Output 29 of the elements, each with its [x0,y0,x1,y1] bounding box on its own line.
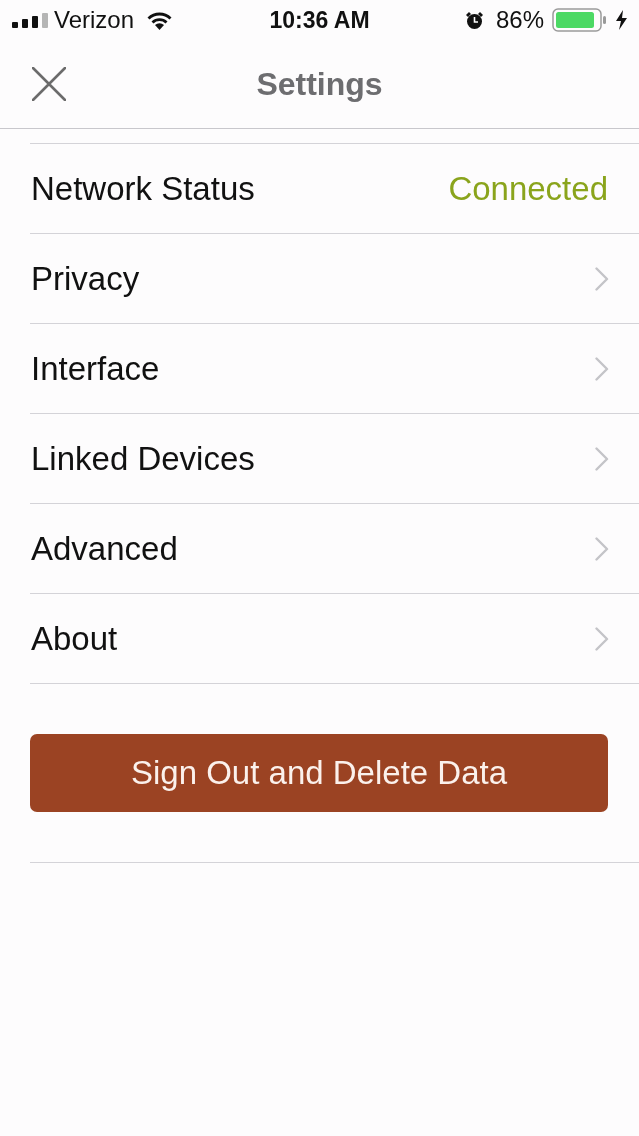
settings-row[interactable]: Advanced [30,504,639,594]
battery-percent: 86% [495,5,544,35]
chevron-right-icon [595,536,609,561]
alarm-clock-icon [464,10,484,30]
chevron-right-icon [595,626,609,651]
row-label: Linked Devices [31,438,255,479]
close-icon [32,67,66,101]
sign-out-button[interactable]: Sign Out and Delete Data [30,734,608,812]
row-label: Privacy [31,258,140,299]
settings-row[interactable]: Privacy [30,234,639,324]
close-button[interactable] [32,67,66,101]
row-label: Advanced [31,528,178,569]
chevron-right-icon [595,446,609,471]
settings-row[interactable]: About [30,594,639,684]
settings-row[interactable]: Linked Devices [30,414,639,504]
status-value: Connected [448,168,608,209]
row-label: Interface [31,348,160,389]
row-label: Network Status [31,168,255,209]
chevron-right-icon [595,356,609,381]
wifi-icon [146,10,174,30]
charging-bolt-icon [616,10,627,30]
chevron-right-icon [595,266,609,291]
signal-icon [12,12,48,28]
clock-time: 10:36 AM [269,5,370,35]
row-label: About [31,618,118,659]
settings-row[interactable]: Interface [30,324,639,414]
carrier-name: Verizon [54,5,135,35]
page-title: Settings [256,65,383,104]
battery-icon [552,8,608,32]
